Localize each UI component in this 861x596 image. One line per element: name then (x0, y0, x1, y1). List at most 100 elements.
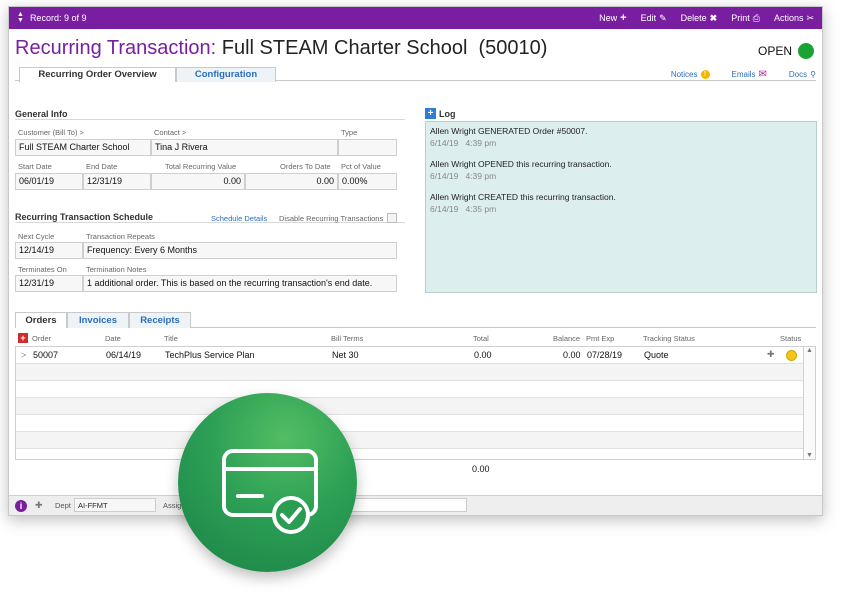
footer-bar: i ✚ Dept AI-FFMT Assig (9, 495, 822, 515)
table-row (16, 432, 803, 449)
termination-notes-label: Termination Notes (86, 265, 147, 274)
customer-label[interactable]: Customer (Bill To) > (18, 128, 84, 137)
type-field[interactable] (338, 139, 397, 156)
start-date-field[interactable]: 06/01/19 (15, 173, 83, 190)
terminates-on-label: Terminates On (18, 265, 67, 274)
notices-link[interactable]: Notices! (671, 69, 710, 80)
contact-label[interactable]: Contact > (154, 128, 186, 137)
record-toolbar: ▲ ▼ Record: 9 of 9 New + Edit ✎ Delete ✖ Pri… (9, 7, 822, 29)
record-up-down-icon[interactable]: ▲ ▼ (17, 11, 24, 24)
log-entry-text: Allen Wright CREATED this recurring tran… (430, 192, 616, 202)
type-label: Type (341, 128, 358, 137)
actions-button[interactable]: Actions ✂ (774, 12, 814, 24)
tab-invoices[interactable]: Invoices (67, 312, 129, 328)
status-dot-icon (786, 350, 797, 361)
log-entry: Allen Wright CREATED this recurring tran… (430, 192, 812, 214)
app-window: ▲ ▼ Record: 9 of 9 New + Edit ✎ Delete ✖ Pri… (8, 6, 823, 516)
contact-field[interactable]: Tina J Rivera (151, 139, 338, 156)
new-label: New (599, 13, 618, 23)
table-row (16, 381, 803, 398)
grid-scrollbar[interactable]: ▲ ▼ (803, 347, 815, 459)
credit-card-badge (178, 393, 357, 572)
record-kind: Recurring Transaction: (15, 37, 217, 59)
log-entry-text: Allen Wright OPENED this recurring trans… (430, 159, 612, 169)
tab-configuration[interactable]: Configuration (176, 67, 276, 82)
emails-link[interactable]: Emails ✉ (732, 69, 767, 80)
col-pmt-exp[interactable]: Pmt Exp (586, 334, 614, 343)
info-icon[interactable]: i (15, 500, 27, 512)
pencil-icon: ✎ (659, 12, 667, 23)
record-navigator[interactable]: ▲ ▼ Record: 9 of 9 (17, 11, 86, 24)
orders-grid: > 50007 06/14/19 TechPlus Service Plan N… (15, 346, 816, 460)
order-tracking: Quote (644, 350, 669, 360)
scroll-down-icon[interactable]: ▼ (804, 452, 815, 459)
order-pmt-exp: 07/28/19 (587, 350, 623, 360)
delete-button[interactable]: Delete ✖ (681, 12, 718, 24)
disable-recurring-checkbox[interactable] (387, 213, 397, 223)
dept-field[interactable]: AI-FFMT (74, 498, 156, 512)
assigned-field[interactable] (349, 498, 467, 512)
start-date-label: Start Date (18, 162, 52, 171)
related-tabs: Orders Invoices Receipts (15, 312, 816, 328)
edit-button[interactable]: Edit ✎ (641, 12, 667, 24)
table-row (16, 398, 803, 415)
docs-link[interactable]: Docs ⚲ (789, 69, 816, 80)
wrench-icon: ✂ (806, 12, 814, 23)
terminates-on-field[interactable]: 12/31/19 (15, 275, 83, 292)
log-entry-time: 6/14/19 4:39 pm (430, 138, 497, 148)
orders-to-date-field: 0.00 (245, 173, 338, 190)
plus-icon: + (620, 12, 627, 24)
grid-header: + Order Date Title Bill Terms Total Bala… (15, 333, 816, 345)
log-entry-time: 6/14/19 4:39 pm (430, 171, 497, 181)
order-balance: 0.00 (563, 350, 581, 360)
print-button[interactable]: Print ⎙ (731, 12, 760, 24)
add-log-icon[interactable]: + (425, 108, 436, 119)
log-panel: Allen Wright GENERATED Order #50007. 6/1… (425, 121, 817, 293)
log-title: Log (439, 108, 456, 119)
tab-orders[interactable]: Orders (15, 312, 67, 328)
status-text: OPEN (757, 44, 792, 58)
grid-sum-total: 0.00 (472, 464, 490, 474)
disable-recurring-label: Disable Recurring Transactions (279, 214, 384, 223)
print-label: Print (731, 13, 750, 23)
customer-field[interactable]: Full STEAM Charter School (15, 139, 151, 156)
order-terms: Net 30 (332, 350, 359, 360)
alert-icon: ! (700, 70, 710, 79)
col-balance[interactable]: Balance (553, 334, 580, 343)
pin-icon[interactable]: ✚ (35, 500, 43, 511)
end-date-label: End Date (86, 162, 118, 171)
printer-icon: ⎙ (752, 12, 760, 23)
col-order[interactable]: Order (32, 334, 51, 343)
order-date: 06/14/19 (106, 350, 142, 360)
log-entry: Allen Wright OPENED this recurring trans… (430, 159, 812, 181)
actions-label: Actions (773, 13, 804, 23)
transaction-repeats-field[interactable]: Frequency: Every 6 Months (83, 242, 397, 259)
col-status[interactable]: Status (780, 334, 801, 343)
end-date-field[interactable]: 12/31/19 (83, 173, 151, 190)
col-title[interactable]: Title (164, 334, 178, 343)
x-icon: ✖ (709, 12, 718, 23)
new-button[interactable]: New + (599, 12, 626, 24)
add-order-icon[interactable]: + (18, 333, 28, 343)
record-name: Full STEAM Charter School (50010) (221, 37, 548, 59)
col-tracking-status[interactable]: Tracking Status (643, 334, 695, 343)
next-cycle-field[interactable]: 12/14/19 (15, 242, 83, 259)
order-number[interactable]: 50007 (33, 350, 58, 360)
tab-receipts[interactable]: Receipts (129, 312, 191, 328)
tab-recurring-order-overview[interactable]: Recurring Order Overview (19, 67, 176, 82)
total-value-field: 0.00 (151, 173, 245, 190)
pct-of-value-field: 0.00% (338, 173, 397, 190)
schedule-details-link[interactable]: Schedule Details (211, 214, 267, 223)
log-entry-time: 6/14/19 4:35 pm (430, 204, 497, 214)
pin-icon[interactable]: ✚ (767, 349, 775, 360)
col-date[interactable]: Date (105, 334, 121, 343)
col-bill-terms[interactable]: Bill Terms (331, 334, 363, 343)
scroll-up-icon[interactable]: ▲ (804, 347, 815, 354)
expand-icon[interactable]: > (21, 350, 26, 360)
col-total[interactable]: Total (473, 334, 489, 343)
next-cycle-label: Next Cycle (18, 232, 55, 241)
status-dot-icon (798, 43, 814, 59)
notices-label: Notices (670, 70, 698, 79)
schedule-title-text: Recurring Transaction Schedule (15, 212, 154, 222)
table-row[interactable]: > 50007 06/14/19 TechPlus Service Plan N… (16, 347, 803, 364)
